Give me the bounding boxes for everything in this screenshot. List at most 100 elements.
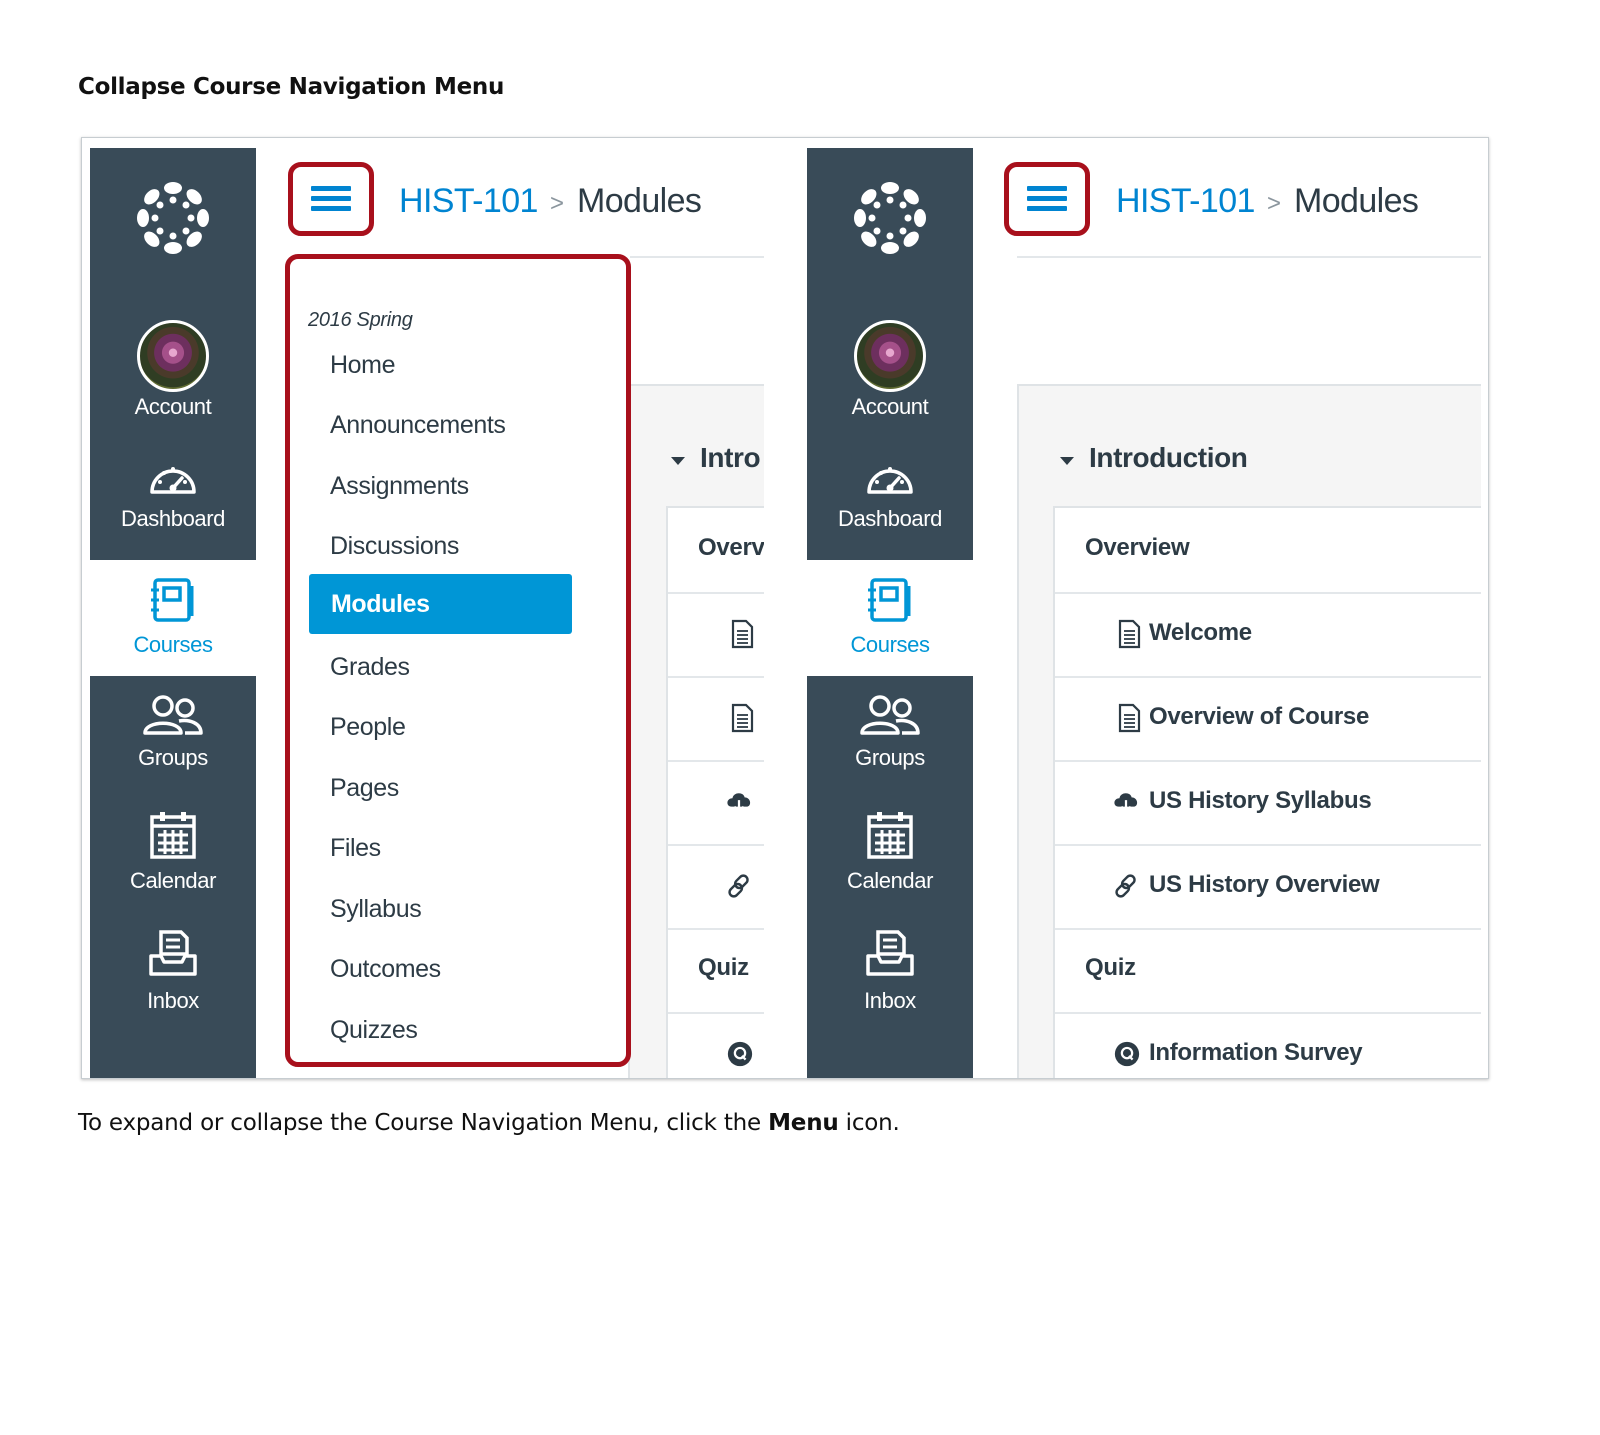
course-nav-grades[interactable]: Grades <box>330 653 410 682</box>
global-nav-courses[interactable]: Courses <box>90 560 256 676</box>
global-nav-calendar[interactable]: Calendar <box>90 810 256 894</box>
global-nav-dashboard[interactable]: Dashboard <box>90 458 256 532</box>
inbox-icon <box>866 930 914 976</box>
module-item-title[interactable]: Welcome <box>1149 619 1252 647</box>
global-nav-inbox[interactable]: Inbox <box>90 928 256 1014</box>
course-nav-people[interactable]: People <box>330 713 406 742</box>
page-icon <box>731 703 754 733</box>
global-navigation: Account Dashboard Courses Groups Calenda… <box>807 148 973 1078</box>
dashboard-icon <box>150 467 196 494</box>
page-icon <box>1118 619 1141 649</box>
module-header-row: Quiz <box>668 928 764 1014</box>
caption-bold-text: Menu <box>768 1110 839 1136</box>
module-item-row[interactable]: Information Survey <box>1055 1012 1481 1078</box>
course-nav-home[interactable]: Home <box>330 351 395 380</box>
inbox-label: Inbox <box>864 988 916 1013</box>
inbox-icon <box>149 930 197 976</box>
module-item-row[interactable]: US History Syllabus <box>1055 760 1481 846</box>
quiz-icon <box>1114 1041 1140 1067</box>
course-nav-announcements[interactable]: Announcements <box>330 411 506 440</box>
module-header-row: Quiz <box>1055 928 1481 1014</box>
module-item-row[interactable]: Overview of Course <box>1055 676 1481 762</box>
module-item-row[interactable] <box>668 1012 764 1078</box>
course-nav-quizzes[interactable]: Quizzes <box>330 1016 418 1045</box>
course-nav-pages[interactable]: Pages <box>330 774 399 803</box>
avatar <box>137 320 209 392</box>
groups-label: Groups <box>138 745 208 770</box>
groups-icon <box>143 695 203 735</box>
collapse-caret-icon[interactable] <box>1060 457 1074 465</box>
global-nav-account[interactable]: Account <box>807 320 973 420</box>
module-item-row[interactable]: Welcome <box>1055 592 1481 678</box>
module-item-title[interactable]: US History Syllabus <box>1149 787 1372 815</box>
canvas-logo-icon[interactable] <box>128 173 218 263</box>
document-title: Collapse Course Navigation Menu <box>78 74 505 100</box>
module-title[interactable]: Introduction <box>1089 442 1248 474</box>
cloud-download-icon <box>1114 793 1138 813</box>
global-nav-groups[interactable]: Groups <box>807 693 973 771</box>
hamburger-icon <box>1027 186 1067 212</box>
screenshot-frame: Account Dashboard Courses Groups Calenda… <box>81 137 1489 1079</box>
module-item-row[interactable] <box>668 676 764 762</box>
caption-text-end: icon. <box>838 1110 900 1136</box>
page-icon <box>1118 703 1141 733</box>
course-nav-syllabus[interactable]: Syllabus <box>330 895 422 924</box>
global-nav-calendar[interactable]: Calendar <box>807 810 973 894</box>
breadcrumb-separator: > <box>1267 190 1282 217</box>
calendar-label: Calendar <box>129 868 217 893</box>
module-item-title[interactable]: US History Overview <box>1149 871 1380 899</box>
breadcrumb-current-page: Modules <box>577 182 702 220</box>
courses-label: Courses <box>850 632 930 657</box>
module-item-title[interactable]: Information Survey <box>1149 1039 1363 1067</box>
groups-label: Groups <box>855 745 925 770</box>
account-label: Account <box>851 394 929 419</box>
module-item-row[interactable] <box>668 844 764 930</box>
module-item-list: Overvi Quiz <box>666 506 764 1078</box>
module-subheader: Quiz <box>1085 954 1136 981</box>
global-nav-account[interactable]: Account <box>90 320 256 420</box>
module-item-title[interactable]: Overview of Course <box>1149 703 1369 731</box>
inbox-label: Inbox <box>147 988 199 1013</box>
calendar-icon <box>150 812 196 859</box>
dashboard-label: Dashboard <box>120 506 226 531</box>
module-title[interactable]: Intro <box>700 442 761 474</box>
module-item-row[interactable]: US History Overview <box>1055 844 1481 930</box>
module-item-row[interactable] <box>668 760 764 846</box>
course-nav-assignments[interactable]: Assignments <box>330 472 469 501</box>
course-menu-toggle-button[interactable] <box>288 162 374 236</box>
global-nav-courses[interactable]: Courses <box>807 560 973 676</box>
courses-icon <box>151 578 194 622</box>
course-nav-modules[interactable]: Modules <box>309 574 572 634</box>
account-label: Account <box>134 394 212 419</box>
global-navigation: Account Dashboard Courses Groups Calenda… <box>90 148 256 1078</box>
caption-text: To expand or collapse the Course Navigat… <box>78 1110 769 1136</box>
breadcrumb-course-link[interactable]: HIST-101 <box>399 182 538 221</box>
module-header-row: Overvi <box>668 508 764 594</box>
header-divider <box>1017 256 1481 258</box>
course-nav-files[interactable]: Files <box>330 834 381 863</box>
module-item-row[interactable] <box>668 592 764 678</box>
link-icon <box>1115 874 1136 898</box>
module-header-row: Overview <box>1055 508 1481 594</box>
global-nav-dashboard[interactable]: Dashboard <box>807 458 973 532</box>
canvas-logo-icon[interactable] <box>845 173 935 263</box>
expanded-view: Account Dashboard Courses Groups Calenda… <box>90 148 764 1078</box>
calendar-icon <box>867 812 913 859</box>
dashboard-label: Dashboard <box>837 506 943 531</box>
global-nav-groups[interactable]: Groups <box>90 693 256 771</box>
breadcrumb-separator: > <box>550 190 565 217</box>
dashboard-icon <box>867 467 913 494</box>
global-nav-inbox[interactable]: Inbox <box>807 928 973 1014</box>
breadcrumb-course-link[interactable]: HIST-101 <box>1116 182 1255 221</box>
link-icon <box>728 874 749 898</box>
module-content-area: Intro Overvi Quiz <box>628 384 764 1078</box>
module-item-list: Overview Welcome Overview of Course US H… <box>1053 506 1481 1078</box>
course-nav-discussions[interactable]: Discussions <box>330 532 459 561</box>
course-nav-outcomes[interactable]: Outcomes <box>330 955 441 984</box>
hamburger-icon <box>311 186 351 212</box>
module-subheader: Overvi <box>698 534 764 561</box>
header-divider <box>630 256 764 258</box>
collapse-caret-icon[interactable] <box>671 457 685 465</box>
courses-label: Courses <box>133 632 213 657</box>
course-menu-toggle-button[interactable] <box>1004 162 1090 236</box>
